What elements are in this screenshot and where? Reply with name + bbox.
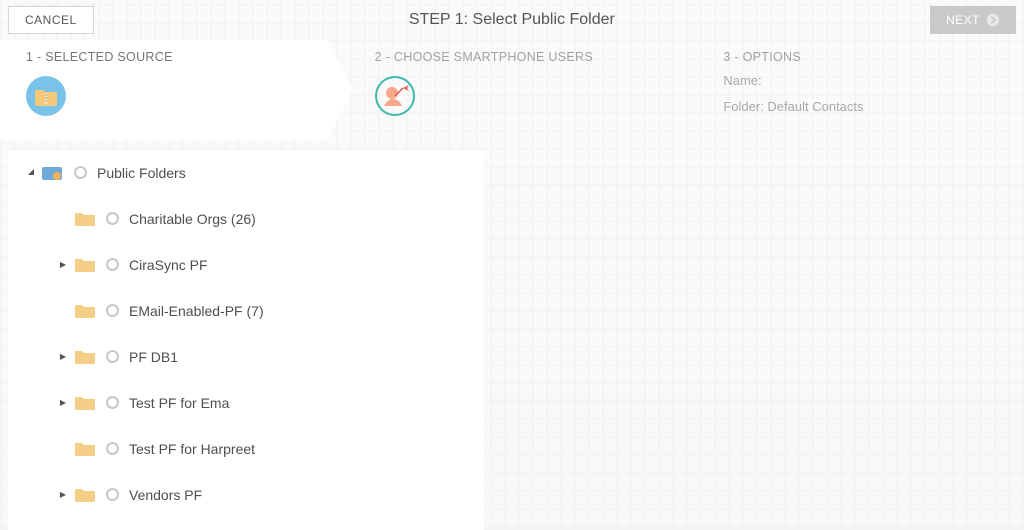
options-name: Name: [723,68,998,94]
wizard-steps: 1 - SELECTED SOURCE 2 - CHOOSE SMARTPHON… [0,40,1024,140]
node-label: Test PF for Harpreet [129,441,255,457]
folder-tree: Public Folders Charitable Orgs (26) Cira… [8,150,484,530]
next-label: NEXT [946,13,980,27]
radio-select[interactable] [106,258,119,271]
next-button[interactable]: NEXT [930,6,1016,34]
step1-label: 1 - SELECTED SOURCE [26,50,301,64]
chevron-right-icon[interactable] [56,351,70,362]
node-label: Public Folders [97,165,186,181]
chevron-right-icon[interactable] [56,259,70,270]
radio-select[interactable] [106,350,119,363]
topbar: CANCEL STEP 1: Select Public Folder NEXT [0,0,1024,40]
tree-node-root[interactable]: Public Folders [8,150,484,196]
chevron-right-icon[interactable] [56,489,70,500]
step2-label: 2 - CHOOSE SMARTPHONE USERS [375,50,650,64]
folder-icon [74,303,96,319]
node-label: Charitable Orgs (26) [129,211,256,227]
radio-select[interactable] [106,212,119,225]
folder-icon [74,487,96,503]
public-folders-icon [42,165,64,181]
cancel-label: CANCEL [25,13,77,27]
tree-node[interactable]: Test PF for Harpreet [8,426,484,472]
options-summary: Name: Folder: Default Contacts [723,64,998,120]
step-options[interactable]: 3 - OPTIONS Name: Folder: Default Contac… [675,40,1024,140]
node-label: PF DB1 [129,349,178,365]
target-user-icon [375,76,650,116]
node-label: EMail-Enabled-PF (7) [129,303,264,319]
tree-node[interactable]: Vendors PF [8,472,484,518]
step3-label: 3 - OPTIONS [723,50,998,64]
radio-select[interactable] [106,304,119,317]
node-label: CiraSync PF [129,257,208,273]
radio-select[interactable] [74,166,87,179]
step-selected-source[interactable]: 1 - SELECTED SOURCE [0,40,327,140]
chevron-down-icon[interactable] [24,167,38,178]
tree-node[interactable]: PF DB1 [8,334,484,380]
radio-select[interactable] [106,488,119,501]
radio-select[interactable] [106,442,119,455]
node-label: Vendors PF [129,487,202,503]
folder-icon [74,257,96,273]
tree-node[interactable]: Charitable Orgs (26) [8,196,484,242]
page-title: STEP 1: Select Public Folder [409,11,615,29]
folder-icon [74,211,96,227]
folder-icon [74,441,96,457]
folder-icon [74,395,96,411]
radio-select[interactable] [106,396,119,409]
cancel-button[interactable]: CANCEL [8,6,94,34]
folder-icon [74,349,96,365]
tree-node[interactable]: Test PF for Ema [8,380,484,426]
chevron-right-icon[interactable] [56,397,70,408]
tree-node[interactable]: EMail-Enabled-PF (7) [8,288,484,334]
zip-folder-icon [26,76,301,116]
tree-node[interactable]: CiraSync PF [8,242,484,288]
chevron-right-icon [986,13,1000,27]
step-choose-users[interactable]: 2 - CHOOSE SMARTPHONE USERS [327,40,676,140]
options-folder: Folder: Default Contacts [723,94,998,120]
node-label: Test PF for Ema [129,395,229,411]
